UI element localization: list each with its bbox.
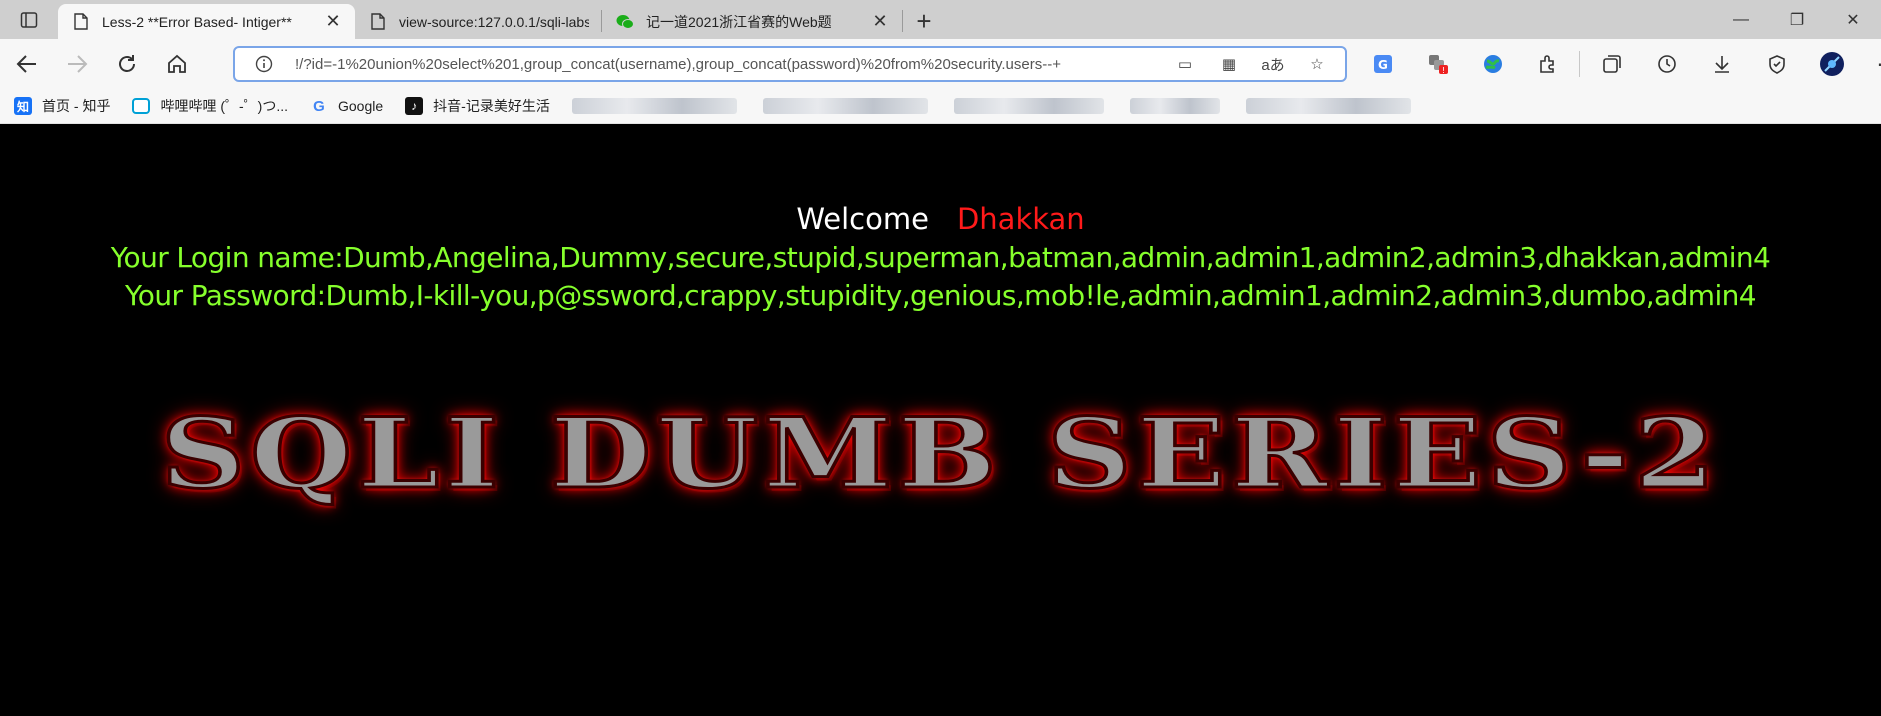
extensions-icon[interactable] — [1520, 44, 1575, 84]
login-name-result: Your Login name:Dumb,Angelina,Dummy,secu… — [110, 241, 1771, 274]
tab-label: Less-2 **Error Based- Intiger** — [102, 13, 292, 30]
forward-arrow-icon — [68, 55, 88, 73]
minimize-button[interactable]: — — [1713, 0, 1769, 39]
performance-icon[interactable] — [1749, 44, 1804, 84]
blurred-bookmark[interactable] — [762, 98, 928, 114]
bookmark-douyin[interactable]: ♪ 抖音-记录美好生活 — [405, 96, 550, 116]
new-tab-button[interactable]: + — [903, 4, 945, 39]
plus-icon: + — [916, 6, 932, 36]
browser-chrome: Less-2 **Error Based- Intiger** ✕ view-s… — [0, 0, 1881, 124]
refresh-button[interactable] — [104, 44, 150, 84]
refresh-icon — [119, 55, 135, 72]
close-icon: ✕ — [1846, 11, 1860, 29]
zhihu-icon: 知 — [14, 97, 32, 115]
address-bar-actions: ▭ ▦ aあ ☆ — [1163, 49, 1339, 79]
tab-label: view-source:127.0.0.1/sqli-labs-k — [399, 13, 589, 30]
history-icon[interactable] — [1639, 44, 1694, 84]
sqli-dumb-series-banner: SQLI DUMB SERIES-2 — [159, 396, 1721, 512]
welcome-text: Welcome — [796, 202, 929, 236]
translate-extension-icon[interactable]: G — [1355, 44, 1410, 84]
profile-avatar[interactable] — [1804, 44, 1859, 84]
bookmark-label: 抖音-记录美好生活 — [433, 98, 550, 114]
page-icon — [72, 13, 90, 31]
bookmark-zhihu[interactable]: 知 首页 - 知乎 — [14, 96, 110, 116]
blurred-bookmark[interactable] — [953, 98, 1104, 114]
svg-text:!: ! — [1442, 66, 1445, 75]
page-icon — [369, 13, 387, 31]
bilibili-icon — [132, 98, 151, 114]
minimize-icon: — — [1733, 10, 1749, 28]
welcome-line: Welcome Dhakkan — [0, 202, 1881, 236]
close-tab-icon[interactable]: ✕ — [323, 11, 343, 32]
bookmark-label: 哔哩哔哩 (゜-゜)つ... — [160, 98, 288, 114]
more-menu-icon[interactable]: ⋯ — [1859, 44, 1881, 84]
collections-icon[interactable] — [1584, 44, 1639, 84]
back-arrow-icon — [16, 55, 36, 73]
forward-button[interactable] — [54, 44, 100, 84]
bookmark-label: 首页 - 知乎 — [42, 98, 111, 114]
site-info-icon[interactable] — [249, 49, 279, 79]
blurred-bookmark[interactable] — [1129, 98, 1220, 114]
home-button[interactable] — [154, 44, 200, 84]
blurred-bookmark[interactable] — [1245, 98, 1411, 114]
tab-actions-icon — [20, 11, 38, 28]
restore-button[interactable]: ❐ — [1769, 0, 1825, 39]
tab-strip: Less-2 **Error Based- Intiger** ✕ view-s… — [0, 0, 1881, 39]
downloads-icon[interactable] — [1694, 44, 1749, 84]
username-text: Dhakkan — [956, 202, 1085, 236]
bookmark-google[interactable]: G Google — [310, 97, 383, 115]
wechat-icon — [616, 13, 634, 31]
page-content: Welcome Dhakkan Your Login name:Dumb,Ange… — [0, 127, 1881, 716]
blurred-bookmark[interactable] — [571, 98, 737, 114]
tab-view-source[interactable]: view-source:127.0.0.1/sqli-labs-k — [355, 4, 601, 39]
tab-label: 记一道2021浙江省赛的Web题 — [646, 13, 832, 30]
password-result: Your Password:Dumb,I-kill-you,p@ssword,c… — [125, 279, 1757, 312]
globe-extension-icon[interactable] — [1465, 44, 1520, 84]
google-icon: G — [313, 97, 325, 115]
douyin-icon: ♪ — [405, 97, 424, 115]
extension-alert-icon[interactable]: ! — [1410, 44, 1465, 84]
address-bar[interactable]: !/?id=-1%20union%20select%201,group_conc… — [233, 46, 1347, 82]
bookmark-bilibili[interactable]: 哔哩哔哩 (゜-゜)つ... — [132, 96, 288, 116]
svg-text:G: G — [1378, 58, 1388, 72]
add-favorite-icon[interactable]: ☆ — [1295, 49, 1339, 79]
bookmarks-bar: 知 首页 - 知乎 哔哩哔哩 (゜-゜)つ... G Google ♪ 抖音-记… — [0, 89, 1881, 124]
close-window-button[interactable]: ✕ — [1825, 0, 1881, 39]
window-controls: — ❐ ✕ — [1713, 0, 1881, 39]
toolbar: !/?id=-1%20union%20select%201,group_conc… — [0, 39, 1881, 89]
restore-icon: ❐ — [1789, 11, 1805, 29]
toolbar-divider — [1579, 51, 1580, 77]
qr-code-icon[interactable]: ▦ — [1207, 49, 1251, 79]
app-available-icon[interactable]: ▭ — [1163, 49, 1207, 79]
tab-actions-button[interactable] — [0, 0, 58, 39]
tab-less-2[interactable]: Less-2 **Error Based- Intiger** ✕ — [58, 4, 355, 39]
read-aloud-icon[interactable]: aあ — [1251, 49, 1295, 79]
bookmark-label: Google — [338, 98, 384, 114]
url-text[interactable]: !/?id=-1%20union%20select%201,group_conc… — [295, 56, 1163, 73]
home-icon — [168, 54, 186, 73]
extensions-area: G ! ⋯ — [1355, 39, 1881, 89]
tab-wechat-article[interactable]: 记一道2021浙江省赛的Web题 ✕ — [602, 4, 902, 39]
back-button[interactable] — [4, 44, 50, 84]
close-tab-icon[interactable]: ✕ — [870, 11, 890, 32]
